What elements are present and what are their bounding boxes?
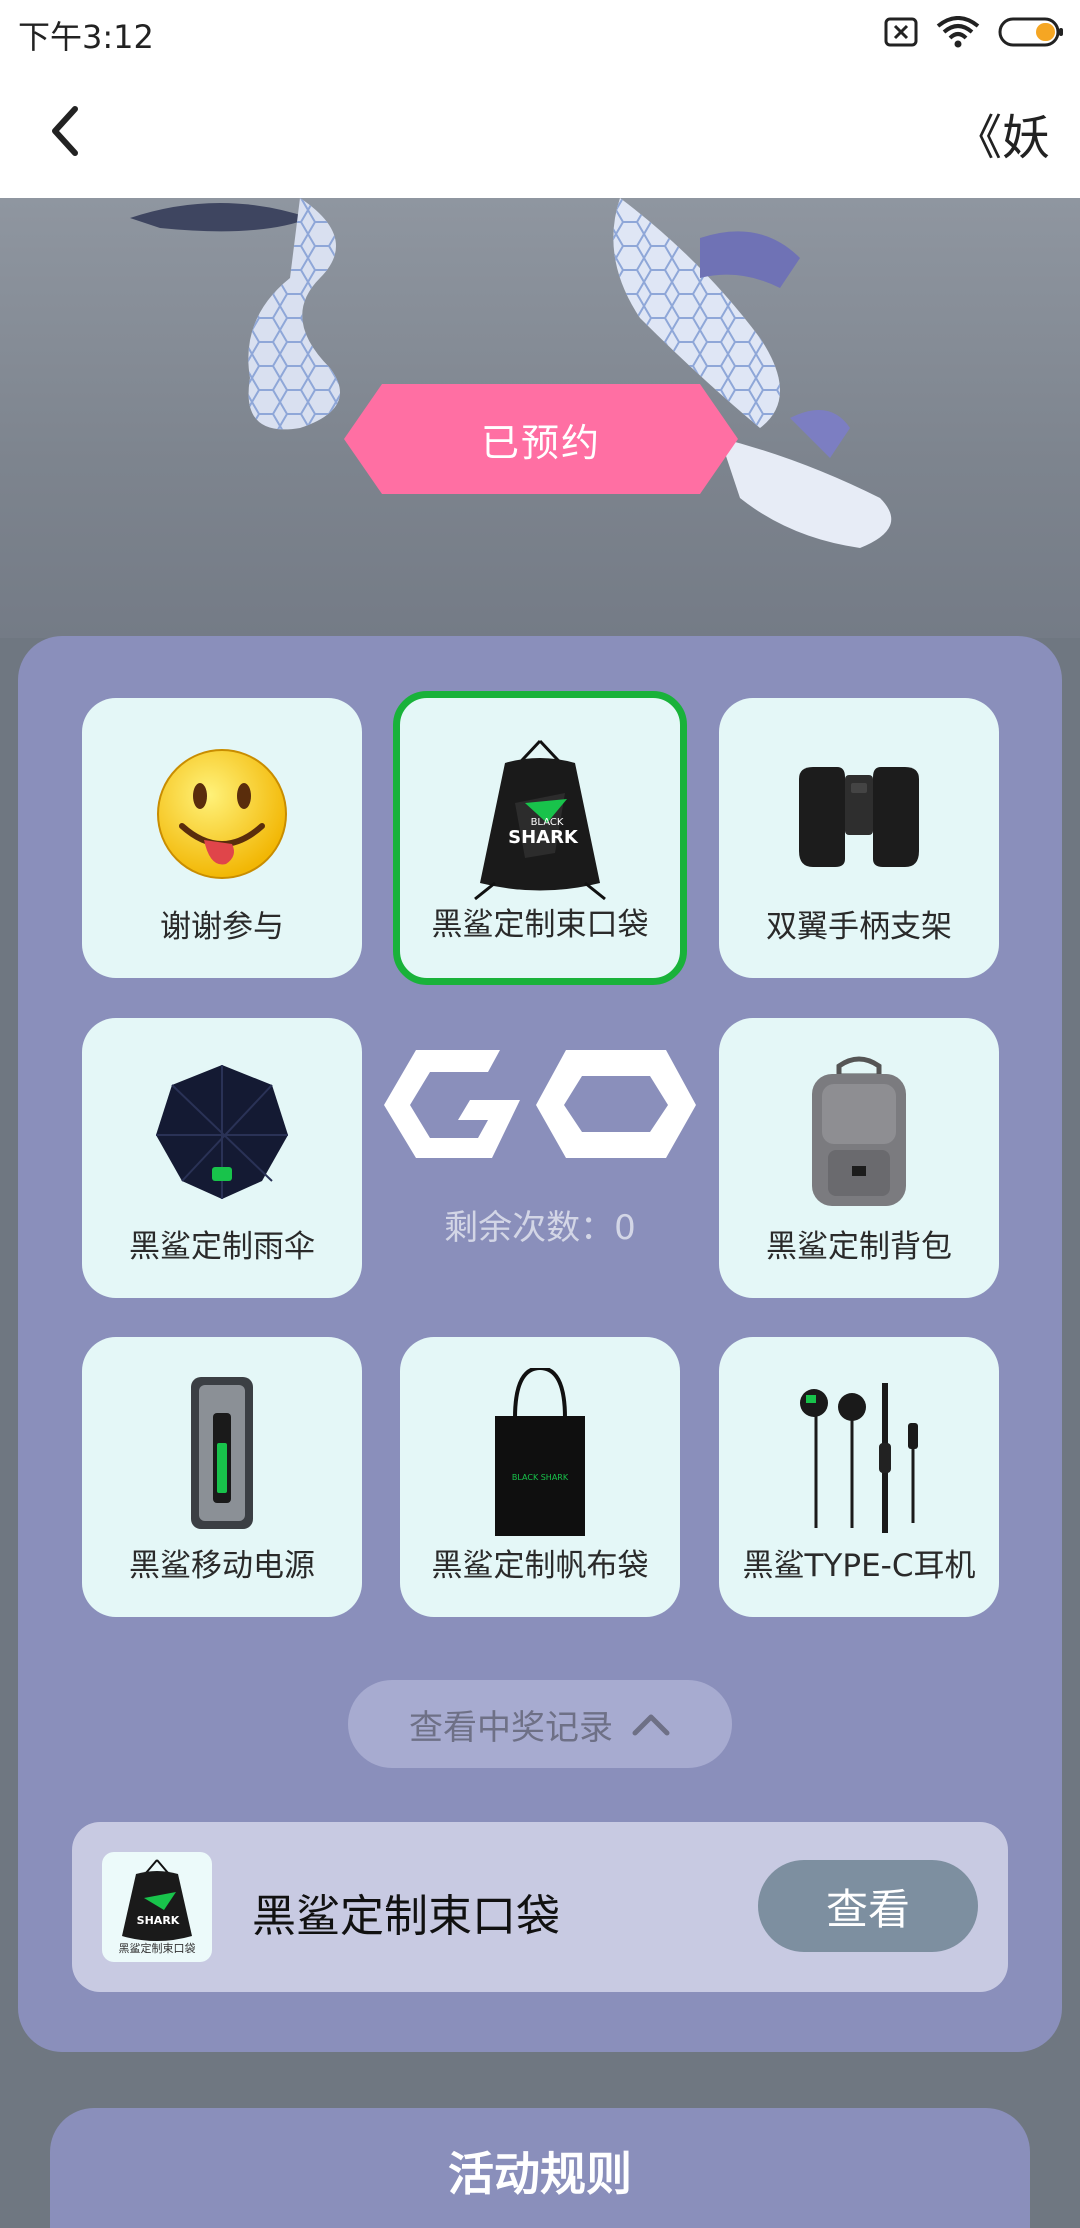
prize-label: 黑鲨定制背包 bbox=[766, 1229, 952, 1265]
prize-card-thanks[interactable]: 谢谢参与 bbox=[82, 698, 362, 978]
draw-go-button[interactable]: 剩余次数：0 bbox=[380, 1010, 700, 1290]
remaining-count: 剩余次数：0 bbox=[444, 1208, 636, 1248]
prize-label: 双翼手柄支架 bbox=[766, 909, 952, 945]
prize-label: 黑鲨TYPE-C耳机 bbox=[742, 1548, 976, 1584]
tote-bag-icon: BLACK SHARK bbox=[495, 1368, 585, 1536]
gamepad-holder-icon bbox=[799, 767, 919, 867]
view-records-label: 查看中奖记录 bbox=[409, 1707, 613, 1748]
earphones-icon bbox=[800, 1383, 918, 1533]
chevron-up-icon bbox=[632, 1714, 670, 1736]
prize-card-gamepad-holder[interactable]: 双翼手柄支架 bbox=[719, 698, 999, 978]
prize-label: 谢谢参与 bbox=[160, 909, 284, 945]
rules-title: 活动规则 bbox=[448, 2147, 632, 2201]
view-records-button[interactable]: 查看中奖记录 bbox=[348, 1680, 732, 1768]
status-icons bbox=[884, 14, 1064, 50]
prize-card-umbrella[interactable]: 黑鲨定制雨伞 bbox=[82, 1018, 362, 1298]
smiley-tongue-icon bbox=[157, 749, 287, 879]
prize-card-tote-bag[interactable]: BLACK SHARK 黑鲨定制帆布袋 bbox=[400, 1337, 680, 1617]
umbrella-icon bbox=[156, 1065, 288, 1199]
svg-text:SHARK: SHARK bbox=[508, 827, 579, 848]
prize-label: 黑鲨定制束口袋 bbox=[431, 907, 649, 943]
prize-label: 黑鲨移动电源 bbox=[129, 1548, 315, 1584]
thumbnail-caption: 黑鲨定制束口袋 bbox=[118, 1942, 196, 1955]
prize-card-backpack[interactable]: 黑鲨定制背包 bbox=[719, 1018, 999, 1298]
app-bar: 《妖 bbox=[0, 66, 1080, 198]
go-logo bbox=[384, 1050, 696, 1158]
status-bar: 下午3:12 bbox=[0, 0, 1080, 66]
reserved-label: 已预约 bbox=[480, 420, 601, 465]
view-prize-button[interactable]: 查看 bbox=[758, 1860, 978, 1952]
latest-prize-bar: SHARK 黑鲨定制束口袋 黑鲨定制束口袋 查看 bbox=[72, 1822, 1008, 1992]
latest-prize-thumbnail: SHARK 黑鲨定制束口袋 bbox=[102, 1852, 212, 1962]
svg-text:BLACK SHARK: BLACK SHARK bbox=[512, 1473, 569, 1482]
page-title: 《妖 bbox=[953, 110, 1050, 166]
prize-label: 黑鲨定制帆布袋 bbox=[431, 1548, 649, 1584]
rules-card: 活动规则 bbox=[50, 2108, 1030, 2228]
no-sim-icon bbox=[884, 17, 918, 47]
prize-card-power-bank[interactable]: 黑鲨移动电源 bbox=[82, 1337, 362, 1617]
svg-text:SHARK: SHARK bbox=[137, 1914, 180, 1927]
prize-label: 黑鲨定制雨伞 bbox=[129, 1229, 315, 1265]
latest-prize-name: 黑鲨定制束口袋 bbox=[252, 1891, 560, 1942]
battery-icon bbox=[998, 17, 1063, 47]
power-bank-icon bbox=[191, 1377, 253, 1529]
wifi-icon bbox=[936, 16, 980, 48]
reserved-button[interactable]: 已预约 bbox=[344, 384, 738, 494]
status-time: 下午3:12 bbox=[18, 18, 154, 56]
back-button[interactable] bbox=[30, 96, 100, 166]
drawstring-bag-icon: SHARK BLACK bbox=[474, 739, 606, 901]
prize-card-earphones[interactable]: 黑鲨TYPE-C耳机 bbox=[719, 1337, 999, 1617]
svg-text:BLACK: BLACK bbox=[531, 817, 564, 828]
chevron-left-icon bbox=[52, 106, 78, 156]
backpack-icon bbox=[812, 1056, 906, 1206]
prize-card-drawstring-bag[interactable]: SHARK BLACK 黑鲨定制束口袋 bbox=[393, 691, 687, 985]
